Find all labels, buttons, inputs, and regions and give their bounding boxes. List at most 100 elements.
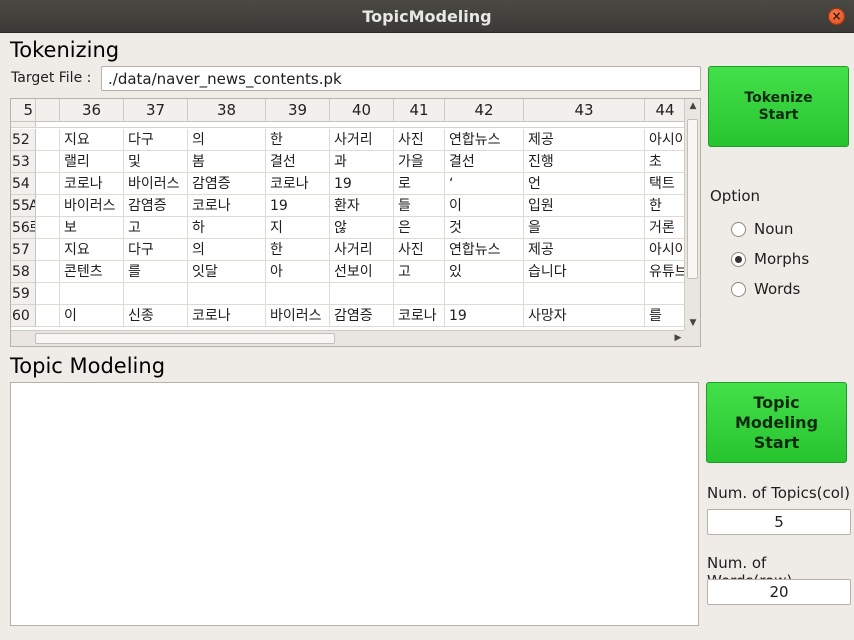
column-header[interactable]: 41 bbox=[394, 99, 445, 122]
table-cell[interactable]: 유튜브 bbox=[645, 261, 685, 283]
table-cell[interactable]: 있 bbox=[445, 261, 524, 283]
radio-morphs-label[interactable]: Morphs bbox=[754, 250, 809, 268]
table-cell[interactable]: 지요 bbox=[60, 129, 124, 151]
arrow-up-icon[interactable]: ▲ bbox=[685, 101, 700, 111]
table-cell[interactable]: 제공 bbox=[524, 239, 645, 261]
table-cell[interactable]: 코로나 bbox=[60, 173, 124, 195]
row-header[interactable]: 55A bbox=[11, 195, 36, 217]
table-cell[interactable]: 한 bbox=[266, 129, 330, 151]
table-cell[interactable]: 를 bbox=[645, 305, 685, 327]
table-cell[interactable]: 다구 bbox=[124, 239, 188, 261]
table-cell[interactable]: 코로나 bbox=[394, 305, 445, 327]
table-cell[interactable]: 하 bbox=[188, 217, 266, 239]
table-cell[interactable]: 한 bbox=[645, 195, 685, 217]
row-header[interactable]: 53 bbox=[11, 151, 36, 173]
table-cell[interactable]: 입원 bbox=[524, 195, 645, 217]
table-cell[interactable]: 연합뉴스 bbox=[445, 239, 524, 261]
table-cell[interactable]: 코로나 bbox=[188, 305, 266, 327]
column-header[interactable]: 42 bbox=[445, 99, 524, 122]
column-header[interactable]: 40 bbox=[330, 99, 394, 122]
table-row[interactable]: 53 랠리 및 봄 결선 과 가을 결선 진행 초 bbox=[11, 151, 685, 173]
num-words-input[interactable]: 20 bbox=[707, 579, 851, 605]
arrow-down-icon[interactable]: ▼ bbox=[685, 318, 700, 328]
table-cell[interactable]: 가을 bbox=[394, 151, 445, 173]
radio-words-indicator[interactable] bbox=[731, 281, 746, 297]
table-cell[interactable] bbox=[394, 283, 445, 305]
table-cell[interactable]: 코로나 bbox=[188, 195, 266, 217]
radio-words[interactable]: Words bbox=[731, 280, 800, 298]
table-cell[interactable]: 보 bbox=[60, 217, 124, 239]
row-header[interactable]: 51 bbox=[11, 122, 36, 127]
row-header[interactable]: 60 bbox=[11, 305, 36, 327]
table-cell-blank[interactable] bbox=[36, 129, 60, 151]
table-cell[interactable]: 봄 bbox=[188, 151, 266, 173]
row-header[interactable]: 54 bbox=[11, 173, 36, 195]
column-header[interactable]: 44 bbox=[645, 99, 685, 122]
table-cell[interactable]: 감염증 bbox=[330, 305, 394, 327]
table-cell[interactable]: 신종 bbox=[124, 305, 188, 327]
table-cell[interactable]: 연합뉴스 bbox=[445, 129, 524, 151]
table-cell[interactable]: 한 bbox=[266, 239, 330, 261]
table-cell[interactable]: 고 bbox=[394, 261, 445, 283]
table-cell[interactable]: 및 bbox=[124, 151, 188, 173]
table-cell[interactable]: 의 bbox=[188, 129, 266, 151]
column-header-blank[interactable] bbox=[36, 99, 60, 122]
table-cell[interactable]: 초 bbox=[645, 151, 685, 173]
column-header[interactable]: 36 bbox=[60, 99, 124, 122]
table-cell-blank[interactable] bbox=[36, 151, 60, 173]
table-cell[interactable]: 아시아 bbox=[645, 239, 685, 261]
table-cell-blank[interactable] bbox=[36, 195, 60, 217]
table-cell[interactable]: 를 bbox=[124, 261, 188, 283]
horizontal-scrollbar[interactable]: ▶ bbox=[11, 330, 685, 346]
table-cell[interactable]: 바이러스 bbox=[266, 305, 330, 327]
table-cell[interactable]: 랠리 bbox=[60, 151, 124, 173]
table-cell[interactable]: 이 bbox=[445, 195, 524, 217]
table-cell[interactable]: 아시아 bbox=[645, 129, 685, 151]
table-cell[interactable]: 지요 bbox=[60, 239, 124, 261]
close-icon[interactable]: × bbox=[828, 8, 845, 25]
table-cell[interactable]: 진행 bbox=[524, 151, 645, 173]
table-cell[interactable]: 거론 bbox=[645, 217, 685, 239]
row-header[interactable]: 58 bbox=[11, 261, 36, 283]
table-cell[interactable]: 의 bbox=[188, 239, 266, 261]
table-cell[interactable]: 않 bbox=[330, 217, 394, 239]
table-row[interactable]: 56르 보고하지않은것을거론 bbox=[11, 217, 685, 239]
table-cell[interactable]: 결선 bbox=[445, 151, 524, 173]
topic-modeling-start-button[interactable]: Topic Modeling Start bbox=[706, 382, 847, 463]
table-cell[interactable]: 과 bbox=[330, 151, 394, 173]
table-cell[interactable]: 언 bbox=[524, 173, 645, 195]
table-cell[interactable]: 이 bbox=[60, 305, 124, 327]
table-cell[interactable]: 지 bbox=[266, 217, 330, 239]
table-cell-blank[interactable] bbox=[36, 173, 60, 195]
radio-noun-label[interactable]: Noun bbox=[754, 220, 793, 238]
table-cell[interactable]: 감염증 bbox=[124, 195, 188, 217]
table-cell[interactable]: ‘ bbox=[445, 173, 524, 195]
table-row[interactable]: 55A 바이러스감염증코로나19환자들이입원한 bbox=[11, 195, 685, 217]
row-header[interactable]: 56르 bbox=[11, 217, 36, 239]
table-cell-blank[interactable] bbox=[36, 217, 60, 239]
table-cell[interactable] bbox=[330, 283, 394, 305]
table-cell[interactable]: 사진 bbox=[394, 239, 445, 261]
row-header[interactable]: 59 bbox=[11, 283, 36, 305]
table-cell[interactable]: 을 bbox=[524, 217, 645, 239]
radio-noun[interactable]: Noun bbox=[731, 220, 793, 238]
table-cell[interactable] bbox=[266, 283, 330, 305]
table-cell[interactable]: 택트 bbox=[645, 173, 685, 195]
table-cell[interactable] bbox=[445, 283, 524, 305]
table-row[interactable]: 57 지요 다구 의 한 사거리 사진 연합뉴스 제공 아시아 bbox=[11, 239, 685, 261]
table-cell[interactable] bbox=[645, 283, 685, 305]
row-header[interactable]: 57 bbox=[11, 239, 36, 261]
vertical-scroll-thumb[interactable] bbox=[687, 119, 698, 279]
table-cell[interactable] bbox=[124, 283, 188, 305]
table-cell[interactable] bbox=[188, 283, 266, 305]
table-cell[interactable] bbox=[524, 283, 645, 305]
table-cell[interactable]: 사망자 bbox=[524, 305, 645, 327]
table-row[interactable]: 52 지요 다구 의 한 사거리 사진 연합뉴스 제공 아시아 bbox=[11, 129, 685, 151]
radio-words-label[interactable]: Words bbox=[754, 280, 800, 298]
table-cell[interactable]: 것 bbox=[445, 217, 524, 239]
target-file-input[interactable]: ./data/naver_news_contents.pk bbox=[101, 66, 701, 91]
table-cell[interactable]: 콘텐츠 bbox=[60, 261, 124, 283]
table-cell-blank[interactable] bbox=[36, 239, 60, 261]
table-cell[interactable]: 습니다 bbox=[524, 261, 645, 283]
table-row[interactable]: 58 콘텐츠 를 잇달 아 선보이 고 있 습니다 유튜브 bbox=[11, 261, 685, 283]
